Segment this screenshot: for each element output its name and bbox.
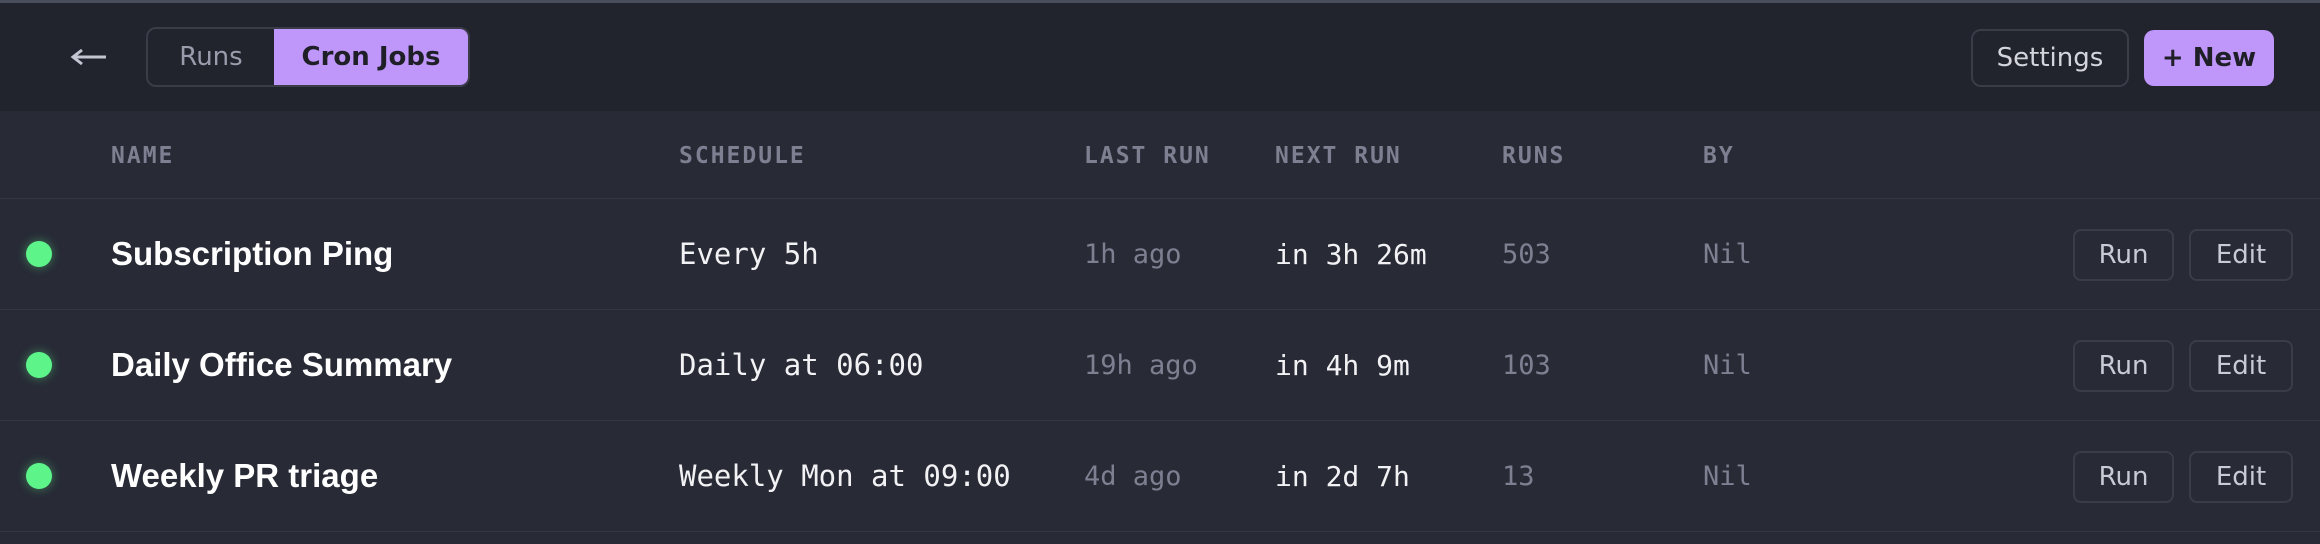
new-cron-job-button[interactable]: + New [2144,30,2274,86]
status-dot [26,463,52,489]
edit-button[interactable]: Edit [2189,451,2293,503]
job-name: Subscription Ping [111,235,394,272]
cron-jobs-screen: Runs Cron Jobs Settings + New NAME SCHED… [0,0,2320,544]
column-header-runs: RUNS [1502,143,1566,169]
edit-button[interactable]: Edit [2189,340,2293,392]
column-header-by: BY [1703,143,1735,169]
toolbar: Runs Cron Jobs Settings + New [0,3,2320,111]
table-header: NAME SCHEDULE LAST RUN NEXT RUN RUNS BY [0,111,2320,199]
job-next-run: in 3h 26m [1275,238,1427,271]
table-row[interactable]: Daily Office Summary Daily at 06:00 19h … [0,310,2320,421]
status-dot [26,241,52,267]
status-dot [26,352,52,378]
column-header-schedule: SCHEDULE [679,143,806,169]
job-schedule: Weekly Mon at 09:00 [679,459,1011,493]
job-owner: Nil [1703,461,1752,492]
arrow-left-icon [70,48,106,66]
view-switcher: Runs Cron Jobs [146,27,470,87]
tab-cron-jobs[interactable]: Cron Jobs [274,29,468,85]
job-last-run: 19h ago [1084,350,1198,381]
run-button[interactable]: Run [2073,451,2174,503]
run-button[interactable]: Run [2073,340,2174,392]
job-run-count: 503 [1502,239,1551,270]
job-owner: Nil [1703,350,1752,381]
job-name: Daily Office Summary [111,346,453,383]
job-schedule: Every 5h [679,237,819,271]
settings-button[interactable]: Settings [1971,29,2129,87]
column-header-last-run: LAST RUN [1084,143,1211,169]
job-next-run: in 2d 7h [1275,460,1410,493]
run-button[interactable]: Run [2073,229,2174,281]
table-row[interactable]: Weekly PR triage Weekly Mon at 09:00 4d … [0,421,2320,532]
job-run-count: 13 [1502,461,1535,492]
job-name: Weekly PR triage [111,457,379,494]
edit-button[interactable]: Edit [2189,229,2293,281]
column-header-next-run: NEXT RUN [1275,143,1402,169]
job-last-run: 4d ago [1084,461,1182,492]
table-row[interactable]: Subscription Ping Every 5h 1h ago in 3h … [0,199,2320,310]
job-next-run: in 4h 9m [1275,349,1410,382]
job-last-run: 1h ago [1084,239,1182,270]
back-button[interactable] [62,31,114,83]
job-schedule: Daily at 06:00 [679,348,924,382]
job-owner: Nil [1703,239,1752,270]
job-run-count: 103 [1502,350,1551,381]
tab-runs[interactable]: Runs [148,29,274,85]
column-header-name: NAME [111,143,175,169]
